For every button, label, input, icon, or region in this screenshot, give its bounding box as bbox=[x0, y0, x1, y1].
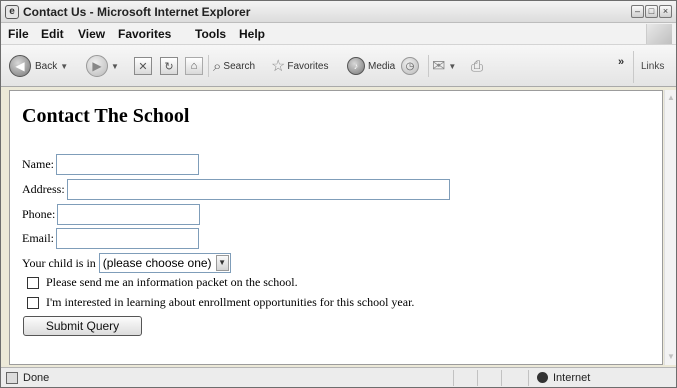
status-bar: Done Internet bbox=[1, 367, 676, 387]
scroll-up-icon[interactable]: ▲ bbox=[665, 92, 677, 104]
toolbar-separator bbox=[633, 51, 634, 83]
packet-checkbox[interactable] bbox=[27, 276, 39, 289]
search-button[interactable]: ⌕ Search bbox=[213, 53, 255, 79]
status-panel bbox=[501, 370, 502, 386]
stop-icon: ✕ bbox=[134, 57, 152, 75]
history-button[interactable]: ◷ bbox=[401, 53, 419, 79]
phone-row: Phone: bbox=[22, 204, 201, 225]
mail-icon: ✉ bbox=[432, 58, 446, 75]
checkbox-row-packet: Please send me an information packet on … bbox=[27, 275, 298, 290]
forward-arrow-icon: ▶ bbox=[86, 55, 108, 77]
browser-window: e Contact Us - Microsoft Internet Explor… bbox=[0, 0, 677, 388]
refresh-button[interactable]: ↻ bbox=[160, 53, 178, 79]
zone-text: Internet bbox=[553, 372, 591, 384]
back-label: Back bbox=[35, 60, 58, 72]
address-label: Address: bbox=[22, 182, 65, 196]
home-button[interactable]: ⌂ bbox=[185, 53, 203, 79]
menu-help[interactable]: Help bbox=[239, 27, 265, 41]
checkbox-row-enrollment: I'm interested in learning about enrollm… bbox=[27, 295, 414, 310]
chevron-down-icon: ▼ bbox=[60, 61, 69, 71]
print-button[interactable]: ⎙ bbox=[471, 53, 483, 79]
menu-view[interactable]: View bbox=[78, 27, 105, 41]
child-row: Your child is in (please choose one) ▼ bbox=[22, 253, 231, 273]
email-input[interactable] bbox=[56, 228, 199, 249]
name-row: Name: bbox=[22, 154, 199, 175]
history-icon: ◷ bbox=[401, 57, 419, 75]
menu-edit[interactable]: Edit bbox=[41, 27, 64, 41]
submit-button[interactable]: Submit Query bbox=[23, 316, 142, 336]
menu-bar: File Edit View Favorites Tools Help bbox=[1, 23, 676, 45]
mail-button[interactable]: ✉ ▼ bbox=[432, 53, 456, 79]
name-label: Name: bbox=[22, 157, 54, 171]
scroll-down-icon[interactable]: ▼ bbox=[665, 351, 677, 363]
phone-label: Phone: bbox=[22, 207, 56, 221]
toolbar-overflow[interactable]: » bbox=[618, 49, 624, 75]
address-input[interactable] bbox=[66, 179, 450, 200]
status-panel bbox=[477, 370, 478, 386]
media-icon: ♪ bbox=[347, 57, 365, 75]
media-label: Media bbox=[368, 60, 396, 72]
window-controls: – □ × bbox=[631, 5, 672, 18]
globe-icon bbox=[537, 372, 548, 383]
email-label: Email: bbox=[22, 231, 54, 245]
enrollment-checkbox[interactable] bbox=[27, 296, 39, 309]
status-panel bbox=[528, 370, 529, 386]
window-title: Contact Us - Microsoft Internet Explorer bbox=[23, 5, 251, 19]
ie-app-icon: e bbox=[5, 5, 19, 19]
star-icon: ☆ bbox=[271, 58, 286, 75]
page-icon bbox=[6, 372, 18, 384]
menu-favorites[interactable]: Favorites bbox=[118, 27, 171, 41]
search-label: Search bbox=[223, 60, 256, 72]
back-button[interactable]: ◀ Back ▼ bbox=[9, 53, 68, 79]
back-arrow-icon: ◀ bbox=[9, 55, 31, 77]
menu-file[interactable]: File bbox=[8, 27, 29, 41]
chevron-down-icon: ▼ bbox=[111, 61, 119, 71]
favorites-button[interactable]: ☆ Favorites bbox=[271, 53, 328, 79]
toolbar-separator bbox=[208, 55, 209, 77]
name-input[interactable] bbox=[56, 154, 199, 175]
standard-toolbar: ◀ Back ▼ ▶ ▼ ✕ ↻ ⌂ ⌕ Search ☆ Favorites … bbox=[1, 45, 676, 87]
status-text: Done bbox=[23, 372, 50, 384]
menu-tools[interactable]: Tools bbox=[195, 27, 226, 41]
enrollment-checkbox-label: I'm interested in learning about enrollm… bbox=[46, 295, 415, 309]
vertical-scrollbar[interactable]: ▲ ▼ bbox=[664, 90, 676, 365]
chevron-down-icon: ▼ bbox=[215, 255, 229, 271]
page-content: Contact The School Name: Address: Phone:… bbox=[9, 90, 663, 365]
favorites-label: Favorites bbox=[287, 60, 329, 72]
stop-button[interactable]: ✕ bbox=[134, 53, 152, 79]
packet-checkbox-label: Please send me an information packet on … bbox=[46, 275, 298, 289]
toolbar-separator bbox=[428, 55, 429, 77]
child-label: Your child is in bbox=[22, 255, 96, 270]
windows-logo-icon bbox=[646, 24, 672, 44]
forward-button[interactable]: ▶ ▼ bbox=[86, 53, 119, 79]
title-bar: e Contact Us - Microsoft Internet Explor… bbox=[1, 1, 676, 23]
phone-input[interactable] bbox=[57, 204, 201, 225]
printer-icon: ⎙ bbox=[471, 57, 484, 75]
status-panel bbox=[453, 370, 454, 386]
email-row: Email: bbox=[22, 228, 199, 249]
minimize-button[interactable]: – bbox=[631, 5, 644, 18]
address-row: Address: bbox=[22, 179, 450, 200]
chevron-down-icon: ▼ bbox=[448, 61, 457, 71]
search-icon: ⌕ bbox=[213, 57, 222, 75]
home-icon: ⌂ bbox=[185, 57, 203, 75]
refresh-icon: ↻ bbox=[160, 57, 178, 75]
page-heading: Contact The School bbox=[22, 105, 190, 127]
maximize-button[interactable]: □ bbox=[645, 5, 658, 18]
links-button[interactable]: Links bbox=[641, 53, 664, 79]
child-select-value: (please choose one) bbox=[102, 256, 212, 270]
media-button[interactable]: ♪ Media bbox=[347, 53, 395, 79]
close-button[interactable]: × bbox=[659, 5, 672, 18]
child-select[interactable]: (please choose one) ▼ bbox=[98, 253, 231, 273]
